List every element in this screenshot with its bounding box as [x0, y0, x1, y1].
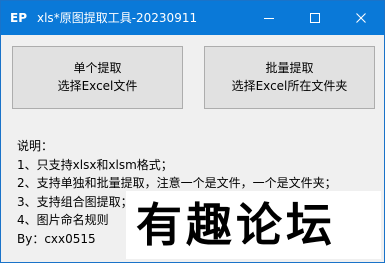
window-title: xls*原图提取工具-20230911: [37, 11, 198, 25]
watermark-text: 有趣论坛: [136, 198, 336, 252]
instructions-heading: 说明：: [17, 139, 54, 153]
app-window: EP xls*原图提取工具-20230911 单个提取 选择Excel文件 批量…: [0, 0, 385, 263]
maximize-icon: [310, 13, 320, 23]
single-extract-sublabel: 选择Excel文件: [57, 79, 138, 93]
batch-extract-label: 批量提取: [265, 61, 314, 75]
minimize-icon: [264, 18, 274, 19]
watermark-overlay: 有趣论坛: [126, 191, 381, 259]
batch-extract-button[interactable]: 批量提取 选择Excel所在文件夹: [204, 46, 375, 109]
single-extract-label: 单个提取: [73, 61, 122, 75]
instruction-line: 1、只支持xlsx和xlsm格式；: [17, 157, 173, 172]
instruction-line: 2、支持单独和批量提取，注意一个是文件，一个是文件夹；: [17, 176, 337, 190]
close-button[interactable]: [338, 1, 384, 35]
minimize-button[interactable]: [246, 1, 292, 35]
app-icon: EP: [10, 11, 27, 25]
single-extract-button[interactable]: 单个提取 选择Excel文件: [12, 46, 183, 109]
batch-extract-sublabel: 选择Excel所在文件夹: [231, 79, 348, 93]
maximize-button[interactable]: [292, 1, 338, 35]
close-icon: [356, 13, 366, 23]
title-bar[interactable]: EP xls*原图提取工具-20230911: [1, 1, 384, 35]
